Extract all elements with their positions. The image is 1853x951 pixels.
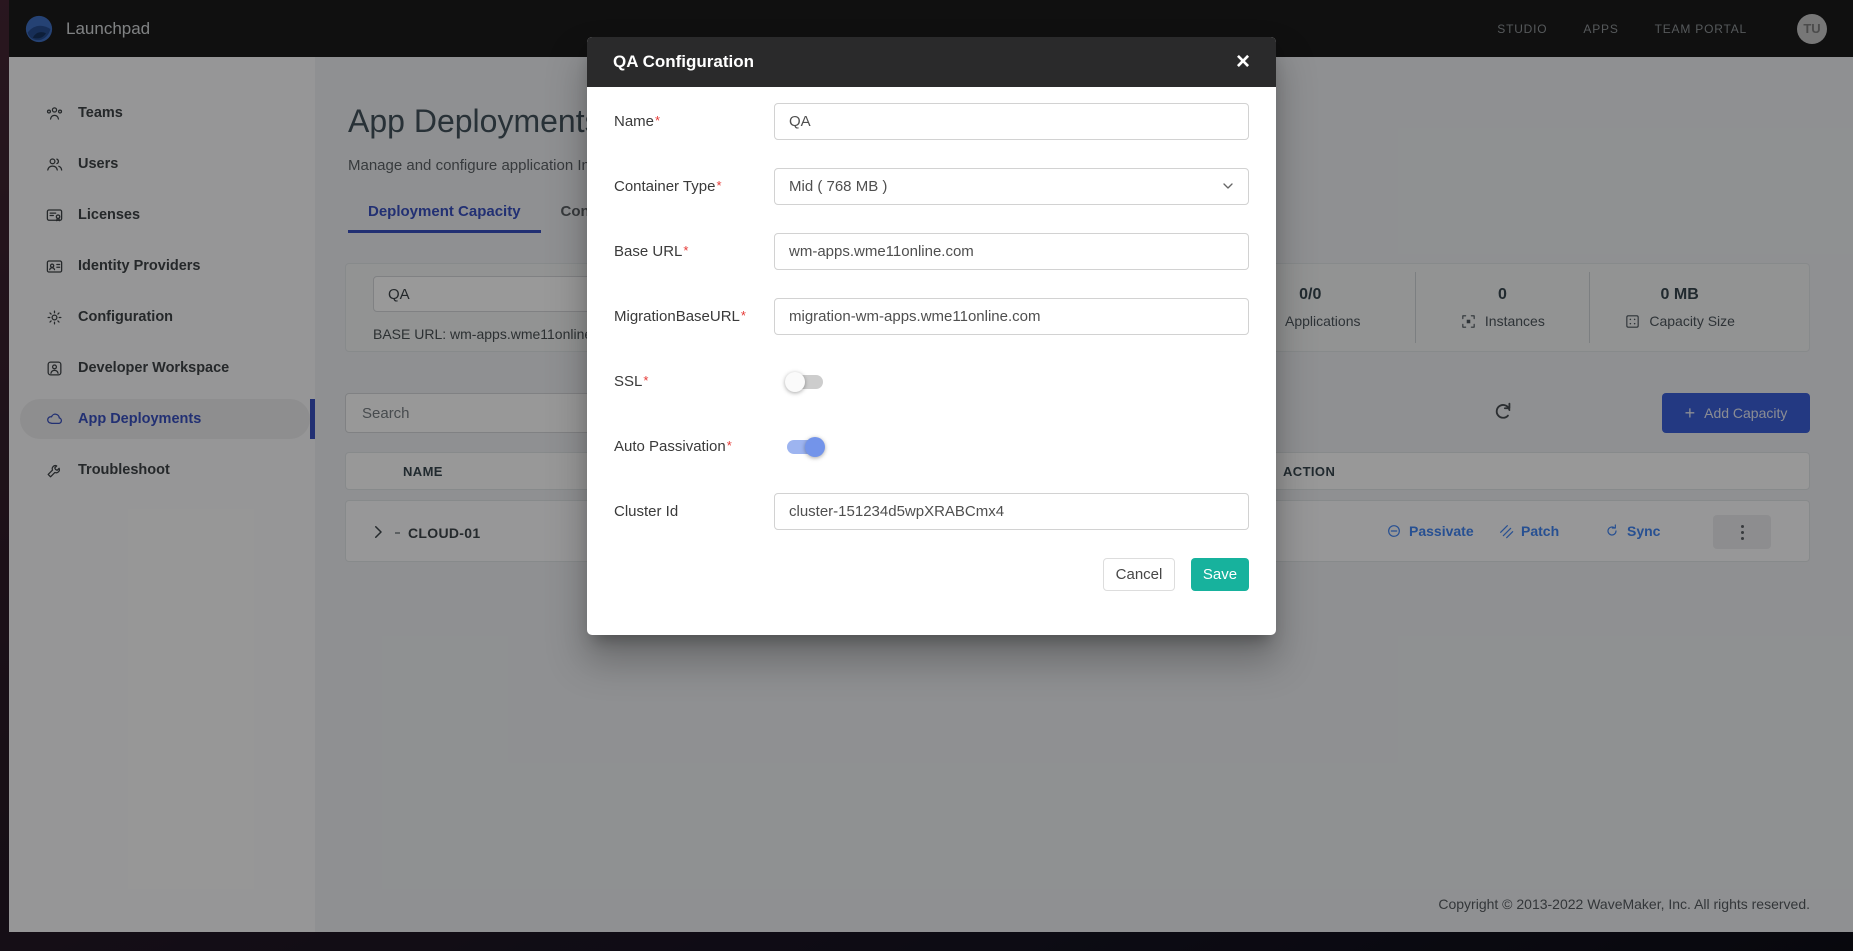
field-cluster-id: Cluster Id: [614, 493, 1249, 530]
required-asterisk: *: [727, 438, 732, 453]
migration-base-url-input[interactable]: [774, 298, 1249, 335]
field-container-type: Container Type* Mid ( 768 MB ): [614, 168, 1249, 205]
base-url-label: Base URL*: [614, 243, 774, 260]
field-auto-passivation: Auto Passivation*: [614, 428, 1249, 465]
ssl-label: SSL*: [614, 373, 774, 390]
modal-header: QA Configuration ×: [587, 37, 1276, 87]
field-base-url: Base URL*: [614, 233, 1249, 270]
field-ssl: SSL*: [614, 363, 1249, 400]
migration-base-url-label: MigrationBaseURL*: [614, 308, 774, 325]
required-asterisk: *: [683, 243, 688, 258]
cluster-id-input[interactable]: [774, 493, 1249, 530]
modal-title: QA Configuration: [613, 52, 1236, 72]
modal-body: Name* Container Type* Mid ( 768 MB ) Bas…: [587, 87, 1276, 635]
toggle-knob: [785, 372, 805, 392]
required-asterisk: *: [741, 308, 746, 323]
name-label: Name*: [614, 113, 774, 130]
required-asterisk: *: [655, 113, 660, 128]
auto-passivation-toggle[interactable]: [787, 440, 823, 454]
ssl-toggle[interactable]: [787, 375, 823, 389]
cancel-button[interactable]: Cancel: [1103, 558, 1175, 591]
modal-actions: Cancel Save: [614, 558, 1249, 591]
required-asterisk: *: [716, 178, 721, 193]
name-input[interactable]: [774, 103, 1249, 140]
auto-passivation-label: Auto Passivation*: [614, 438, 774, 455]
close-icon[interactable]: ×: [1236, 50, 1250, 74]
save-button[interactable]: Save: [1191, 558, 1249, 591]
chevron-down-icon: [1220, 178, 1236, 194]
field-name: Name*: [614, 103, 1249, 140]
container-type-label: Container Type*: [614, 178, 774, 195]
field-migration-base-url: MigrationBaseURL*: [614, 298, 1249, 335]
toggle-knob: [805, 437, 825, 457]
qa-configuration-modal: QA Configuration × Name* Container Type*…: [587, 37, 1276, 635]
required-asterisk: *: [643, 373, 648, 388]
base-url-input[interactable]: [774, 233, 1249, 270]
cluster-id-label: Cluster Id: [614, 503, 774, 520]
container-type-select[interactable]: Mid ( 768 MB ): [774, 168, 1249, 205]
